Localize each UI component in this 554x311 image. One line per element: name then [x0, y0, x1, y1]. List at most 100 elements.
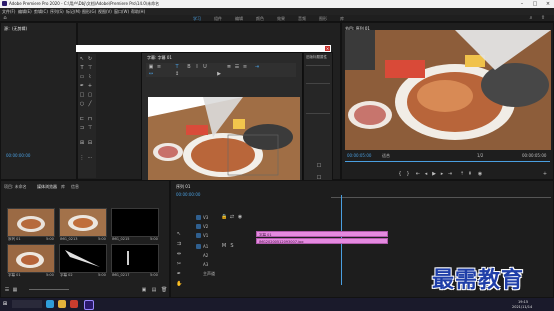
titler-close-button[interactable]: × — [325, 46, 330, 51]
step-forward-icon[interactable]: ▸ — [439, 171, 445, 177]
line-tool-icon[interactable]: ╱ — [87, 101, 93, 107]
home-icon[interactable]: ⌂ — [2, 15, 8, 21]
add-anchor-icon[interactable]: + — [87, 83, 93, 89]
track-a1-target[interactable] — [196, 244, 201, 249]
step-back-icon[interactable]: ◂ — [423, 171, 429, 177]
app-icon-red[interactable] — [70, 300, 78, 308]
program-resolution-dropdown[interactable]: 1/2 — [477, 153, 483, 158]
program-fit-dropdown[interactable]: 适合 — [382, 153, 390, 159]
titler-properties-tab[interactable]: 旧版标题属性 — [306, 55, 327, 60]
fill-checkbox-icon[interactable]: ☐ — [316, 163, 322, 169]
premiere-taskbar-icon[interactable] — [84, 300, 94, 310]
add-button-icon[interactable]: + — [542, 171, 548, 177]
libraries-tab[interactable]: 库 — [61, 184, 65, 190]
play-icon[interactable]: ▶ — [431, 171, 437, 177]
goto-in-icon[interactable]: ⇤ — [415, 171, 421, 177]
export-frame-icon[interactable]: ◉ — [477, 171, 483, 177]
close-button[interactable]: × — [542, 0, 554, 8]
project-item-thumb-5[interactable] — [59, 244, 107, 273]
track-select-tool-icon[interactable]: ⇉ — [176, 241, 182, 247]
roll-crawl-icon[interactable]: ≡ — [156, 64, 162, 70]
zoom-slider[interactable] — [29, 289, 69, 290]
source-tab[interactable]: 源：(无剪辑) — [4, 26, 27, 32]
goto-out-icon[interactable]: ⇥ — [447, 171, 453, 177]
align-text-right-icon[interactable]: ≡ — [242, 64, 248, 70]
razor-tool-icon[interactable]: ✂ — [176, 261, 182, 267]
project-item-thumb-4[interactable] — [7, 244, 55, 273]
taskbar-search-box[interactable] — [12, 300, 42, 308]
align-text-left-icon[interactable]: ≣ — [226, 64, 232, 70]
center-vertical-icon[interactable]: ⊟ — [87, 140, 93, 146]
lift-icon[interactable]: ⇡ — [459, 171, 465, 177]
rectangle-tool-icon[interactable]: □ — [79, 92, 85, 98]
timeline-timecode[interactable]: 00:00:00:00 — [176, 192, 200, 197]
ellipse-tool-icon[interactable]: ○ — [79, 101, 85, 107]
bold-icon[interactable]: B — [186, 64, 192, 70]
time-ruler[interactable] — [331, 197, 551, 198]
rotate-tool-icon[interactable]: ↻ — [87, 56, 93, 62]
project-tab[interactable]: 项目: 未命名 — [4, 184, 27, 190]
mark-out-icon[interactable]: } — [405, 171, 411, 177]
area-type-tool-icon[interactable]: ▭ — [79, 74, 85, 80]
windows-start-icon[interactable]: ⊞ — [2, 301, 8, 307]
minimize-button[interactable]: – — [516, 0, 528, 8]
project-item-thumb-2[interactable] — [59, 208, 107, 237]
font-size-field[interactable]: T — [174, 64, 180, 70]
media-browser-tab[interactable]: 媒体浏览器 — [37, 184, 57, 190]
search-icon[interactable]: ⌕ — [528, 15, 534, 21]
extract-icon[interactable]: ⇞ — [467, 171, 473, 177]
solo-icon[interactable]: S — [229, 243, 235, 249]
align-center-icon[interactable]: ⊓ — [87, 116, 93, 122]
type-tool-icon[interactable]: T — [79, 65, 85, 71]
icon-view-icon[interactable]: ▦ — [12, 287, 18, 293]
new-bin-icon[interactable]: ▣ — [141, 287, 147, 293]
align-left-icon[interactable]: ⊏ — [79, 116, 85, 122]
new-item-icon[interactable]: ▤ — [151, 287, 157, 293]
center-horizontal-icon[interactable]: ⊞ — [79, 140, 85, 146]
edge-icon[interactable] — [46, 300, 54, 308]
timeline-clip-image[interactable]: IMG20200512093007.jpg — [256, 238, 388, 244]
lock-icon[interactable]: 🔒 — [221, 214, 227, 220]
project-item-thumb-3[interactable] — [111, 208, 159, 237]
share-icon[interactable]: ⇪ — [540, 15, 546, 21]
vertical-type-tool-icon[interactable]: ⊤ — [87, 65, 93, 71]
info-tab[interactable]: 信息 — [71, 184, 79, 190]
kerning-field[interactable]: ↔ — [148, 71, 154, 77]
list-view-icon[interactable]: ☰ — [4, 287, 10, 293]
pen-tool-icon[interactable]: ✒ — [79, 83, 85, 89]
distribute-icon[interactable]: ⋮ — [79, 155, 85, 161]
track-v3-target[interactable] — [196, 215, 201, 220]
hand-tool-icon[interactable]: ✋ — [176, 281, 182, 287]
file-explorer-icon[interactable] — [58, 300, 66, 308]
sync-lock-icon[interactable]: ⇄ — [229, 214, 235, 220]
project-item-thumb-1[interactable] — [7, 208, 55, 237]
new-title-icon[interactable]: ▣ — [148, 64, 154, 70]
track-v1-target[interactable] — [196, 233, 201, 238]
maximize-button[interactable]: □ — [529, 0, 541, 8]
underline-icon[interactable]: U — [202, 64, 208, 70]
project-item-thumb-6[interactable] — [111, 244, 159, 273]
delete-icon[interactable]: 🗑 — [161, 287, 167, 293]
path-type-tool-icon[interactable]: ⌇ — [87, 74, 93, 80]
titler-tab[interactable]: 字幕: 字幕 01 — [147, 55, 172, 61]
align-right-icon[interactable]: ⊐ — [79, 125, 85, 131]
pen-tool-icon[interactable]: ✒ — [176, 271, 182, 277]
titler-canvas[interactable] — [148, 97, 300, 184]
tab-stops-icon[interactable]: ⇥ — [254, 64, 260, 70]
distribute-h-icon[interactable]: ⋯ — [87, 155, 93, 161]
timeline-sequence-tab[interactable]: 序列 01 — [176, 184, 190, 190]
show-video-icon[interactable]: ▶ — [216, 71, 222, 77]
mark-in-icon[interactable]: { — [397, 171, 403, 177]
program-scrubber[interactable] — [345, 161, 550, 162]
track-v2-target[interactable] — [196, 224, 201, 229]
source-timecode[interactable]: 00:00:00:00 — [6, 153, 30, 158]
ripple-edit-tool-icon[interactable]: ⇹ — [176, 251, 182, 257]
align-top-icon[interactable]: ⊤ — [87, 125, 93, 131]
selection-tool-icon[interactable]: ↖ — [176, 231, 182, 237]
align-text-center-icon[interactable]: ☰ — [234, 64, 240, 70]
eye-icon[interactable]: ◉ — [237, 214, 243, 220]
mute-icon[interactable]: M — [221, 243, 227, 249]
program-timecode[interactable]: 00:00:05:00 — [347, 153, 371, 158]
italic-icon[interactable]: I — [194, 64, 200, 70]
timeline-clip-title[interactable]: 字幕 01 — [256, 231, 388, 237]
